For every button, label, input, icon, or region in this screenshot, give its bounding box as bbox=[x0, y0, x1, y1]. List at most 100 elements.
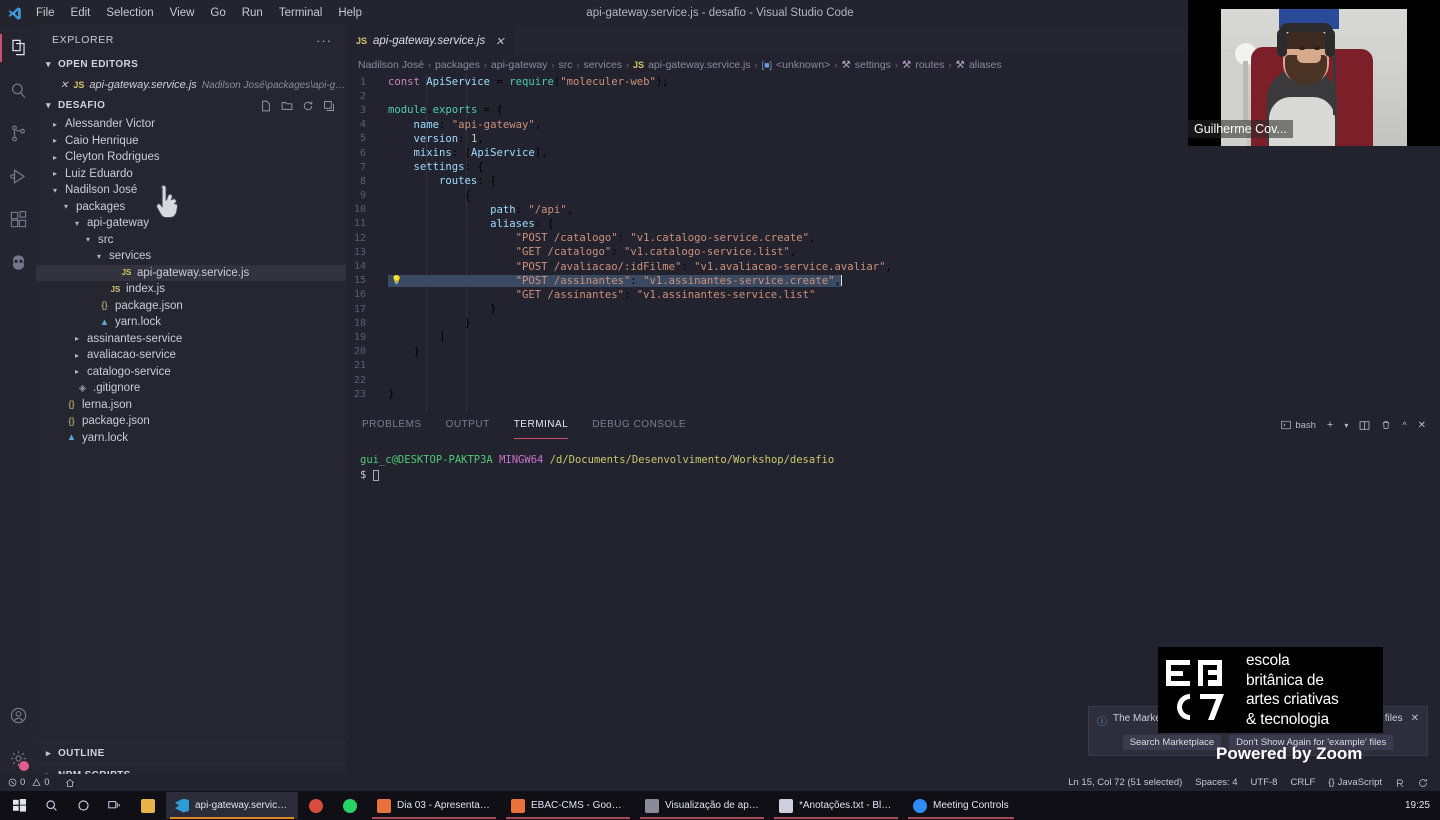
owl-extension-icon[interactable] bbox=[0, 241, 36, 284]
eol[interactable]: CRLF bbox=[1290, 777, 1315, 788]
search-marketplace-button[interactable]: Search Marketplace bbox=[1122, 735, 1222, 750]
new-folder-icon[interactable] bbox=[281, 100, 293, 112]
tree-item-yarn-lock[interactable]: ▲ yarn.lock bbox=[36, 314, 346, 331]
breadcrumb-segment[interactable]: src bbox=[559, 59, 573, 71]
breadcrumb-segment[interactable]: aliases bbox=[969, 59, 1002, 71]
breadcrumb-segment[interactable]: api-gateway.service.js bbox=[648, 59, 751, 71]
menu-file[interactable]: File bbox=[28, 0, 63, 26]
taskbar-app-file-explorer[interactable] bbox=[132, 792, 164, 819]
tree-item-package-json[interactable]: {} package.json bbox=[36, 298, 346, 315]
tree-item-catalogo-service[interactable]: ▸ catalogo-service bbox=[36, 364, 346, 381]
taskbar-clock[interactable]: 19:25 bbox=[1405, 800, 1440, 811]
tab-output[interactable]: OUTPUT bbox=[446, 411, 490, 439]
code-line[interactable]: 8 routes: [ bbox=[346, 174, 1440, 188]
webcam-tile[interactable]: Guilherme Cov... bbox=[1188, 0, 1440, 146]
outline-section[interactable]: ▸ OUTLINE bbox=[36, 742, 346, 764]
code-line[interactable]: 19 ] bbox=[346, 330, 1440, 344]
tree-item-packages[interactable]: ▾ packages bbox=[36, 199, 346, 216]
code-line[interactable]: 22 bbox=[346, 373, 1440, 387]
taskbar-app-whatsapp[interactable] bbox=[334, 792, 366, 819]
chevron-down-icon[interactable]: ▾ bbox=[1344, 421, 1348, 430]
code-line[interactable]: 14 "POST /avaliacao/:idFilme": "v1.avali… bbox=[346, 259, 1440, 273]
taskbar-search-icon[interactable] bbox=[36, 791, 66, 820]
breadcrumb-segment[interactable]: settings bbox=[855, 59, 891, 71]
new-terminal-icon[interactable]: + bbox=[1327, 419, 1333, 431]
language-mode[interactable]: {} JavaScript bbox=[1328, 777, 1382, 788]
tree-item-alessander-victor[interactable]: ▸ Alessander Victor bbox=[36, 116, 346, 133]
start-icon[interactable] bbox=[4, 791, 34, 820]
tree-item-src[interactable]: ▾ src bbox=[36, 232, 346, 249]
indentation[interactable]: Spaces: 4 bbox=[1195, 777, 1237, 788]
explorer-icon[interactable] bbox=[0, 26, 36, 69]
close-icon[interactable]: ✕ bbox=[1418, 420, 1426, 431]
lightbulb-icon[interactable]: 💡 bbox=[391, 276, 402, 286]
menu-edit[interactable]: Edit bbox=[63, 0, 99, 26]
code-line[interactable]: 7 settings: { bbox=[346, 160, 1440, 174]
code-line[interactable]: 9 { bbox=[346, 189, 1440, 203]
refresh-icon[interactable] bbox=[302, 100, 314, 112]
cursor-position[interactable]: Ln 15, Col 72 (51 selected) bbox=[1068, 777, 1182, 788]
breadcrumb-segment[interactable]: api-gateway bbox=[491, 59, 548, 71]
close-icon[interactable]: ✕ bbox=[495, 35, 504, 48]
code-line[interactable]: 12 "POST /catalogo": "v1.catalogo-servic… bbox=[346, 231, 1440, 245]
code-line[interactable]: 15 💡 "POST /assinantes": "v1.assinantes-s… bbox=[346, 274, 1440, 288]
account-icon[interactable] bbox=[0, 694, 36, 737]
taskbar-app-meeting-controls[interactable]: Meeting Controls bbox=[904, 792, 1018, 819]
tree-item-index-js[interactable]: JS index.js bbox=[36, 281, 346, 298]
tree-item-services[interactable]: ▾ services bbox=[36, 248, 346, 265]
code-line[interactable]: 21 bbox=[346, 359, 1440, 373]
close-icon[interactable]: ✕ bbox=[60, 80, 68, 91]
code-line[interactable]: 20 } bbox=[346, 345, 1440, 359]
code-line[interactable]: 23} bbox=[346, 387, 1440, 401]
tab-problems[interactable]: PROBLEMS bbox=[362, 411, 422, 439]
menu-view[interactable]: View bbox=[162, 0, 203, 26]
search-icon[interactable] bbox=[0, 69, 36, 112]
editor-tab-api-gateway-service[interactable]: JS api-gateway.service.js ✕ bbox=[346, 26, 515, 55]
terminal-output[interactable]: gui_c@DESKTOP-PAKTP3A MINGW64 /d/Documen… bbox=[346, 439, 1440, 483]
split-terminal-icon[interactable] bbox=[1359, 420, 1370, 431]
taskbar-app-api-gateway-service-js[interactable]: api-gateway.service.js-... bbox=[166, 792, 298, 819]
taskbar-app-dia-03-apresenta-e[interactable]: Dia 03 - Apresentaçõe... bbox=[368, 792, 500, 819]
terminal-input-line[interactable]: $ bbox=[360, 468, 1440, 483]
tree-item-assinantes-service[interactable]: ▸ assinantes-service bbox=[36, 331, 346, 348]
tree-item-yarn-lock[interactable]: ▲ yarn.lock bbox=[36, 430, 346, 447]
collapse-all-icon[interactable] bbox=[323, 100, 335, 112]
tree-item-nadilson-jos[interactable]: ▾ Nadilson José bbox=[36, 182, 346, 199]
tree-item-gitignore[interactable]: ◈ .gitignore bbox=[36, 380, 346, 397]
tree-item-caio-henrique[interactable]: ▸ Caio Henrique bbox=[36, 133, 346, 150]
open-editors-section[interactable]: ▾ OPEN EDITORS bbox=[36, 54, 346, 75]
workspace-section[interactable]: ▾ DESAFIO bbox=[36, 95, 346, 116]
taskbar-app-anota-es-txt-bloc[interactable]: *Anotações.txt - Bloc... bbox=[770, 792, 902, 819]
tree-item-avaliacao-service[interactable]: ▸ avaliacao-service bbox=[36, 347, 346, 364]
breadcrumb-segment[interactable]: services bbox=[584, 59, 623, 71]
breadcrumb-segment[interactable]: Nadilson José bbox=[358, 59, 424, 71]
menu-terminal[interactable]: Terminal bbox=[271, 0, 330, 26]
tree-item-api-gateway[interactable]: ▾ api-gateway bbox=[36, 215, 346, 232]
new-file-icon[interactable] bbox=[260, 100, 272, 112]
sync-icon[interactable] bbox=[1418, 778, 1428, 788]
trash-icon[interactable] bbox=[1381, 420, 1391, 430]
tab-terminal[interactable]: TERMINAL bbox=[513, 411, 569, 439]
tree-item-lerna-json[interactable]: {} lerna.json bbox=[36, 397, 346, 414]
explorer-more-icon[interactable]: ··· bbox=[316, 33, 332, 48]
menu-selection[interactable]: Selection bbox=[98, 0, 161, 26]
tree-item-luiz-eduardo[interactable]: ▸ Luiz Eduardo bbox=[36, 166, 346, 183]
code-line[interactable]: 18 } bbox=[346, 316, 1440, 330]
terminal-shell-selector[interactable]: bash bbox=[1281, 420, 1316, 431]
task-view-icon[interactable] bbox=[100, 791, 130, 820]
prettier-icon[interactable] bbox=[1395, 778, 1405, 788]
code-line[interactable]: 17 } bbox=[346, 302, 1440, 316]
ports-icon[interactable] bbox=[65, 778, 75, 788]
code-line[interactable]: 10 path: "/api", bbox=[346, 203, 1440, 217]
code-line[interactable]: 11 aliases: { bbox=[346, 217, 1440, 231]
source-control-icon[interactable] bbox=[0, 112, 36, 155]
menu-help[interactable]: Help bbox=[330, 0, 370, 26]
taskbar-app-visualiza-o-de-apres[interactable]: Visualização de apres... bbox=[636, 792, 768, 819]
tab-debug-console[interactable]: DEBUG CONSOLE bbox=[592, 411, 686, 439]
close-icon[interactable]: ✕ bbox=[1411, 713, 1419, 724]
taskbar-app-ebac-cms-google[interactable]: EBAC-CMS - Google ... bbox=[502, 792, 634, 819]
code-line[interactable]: 6 mixins: [ApiService], bbox=[346, 146, 1440, 160]
extensions-icon[interactable] bbox=[0, 198, 36, 241]
code-line[interactable]: 13 "GET /catalogo": "v1.catalogo-service… bbox=[346, 245, 1440, 259]
tree-item-cleyton-rodrigues[interactable]: ▸ Cleyton Rodrigues bbox=[36, 149, 346, 166]
